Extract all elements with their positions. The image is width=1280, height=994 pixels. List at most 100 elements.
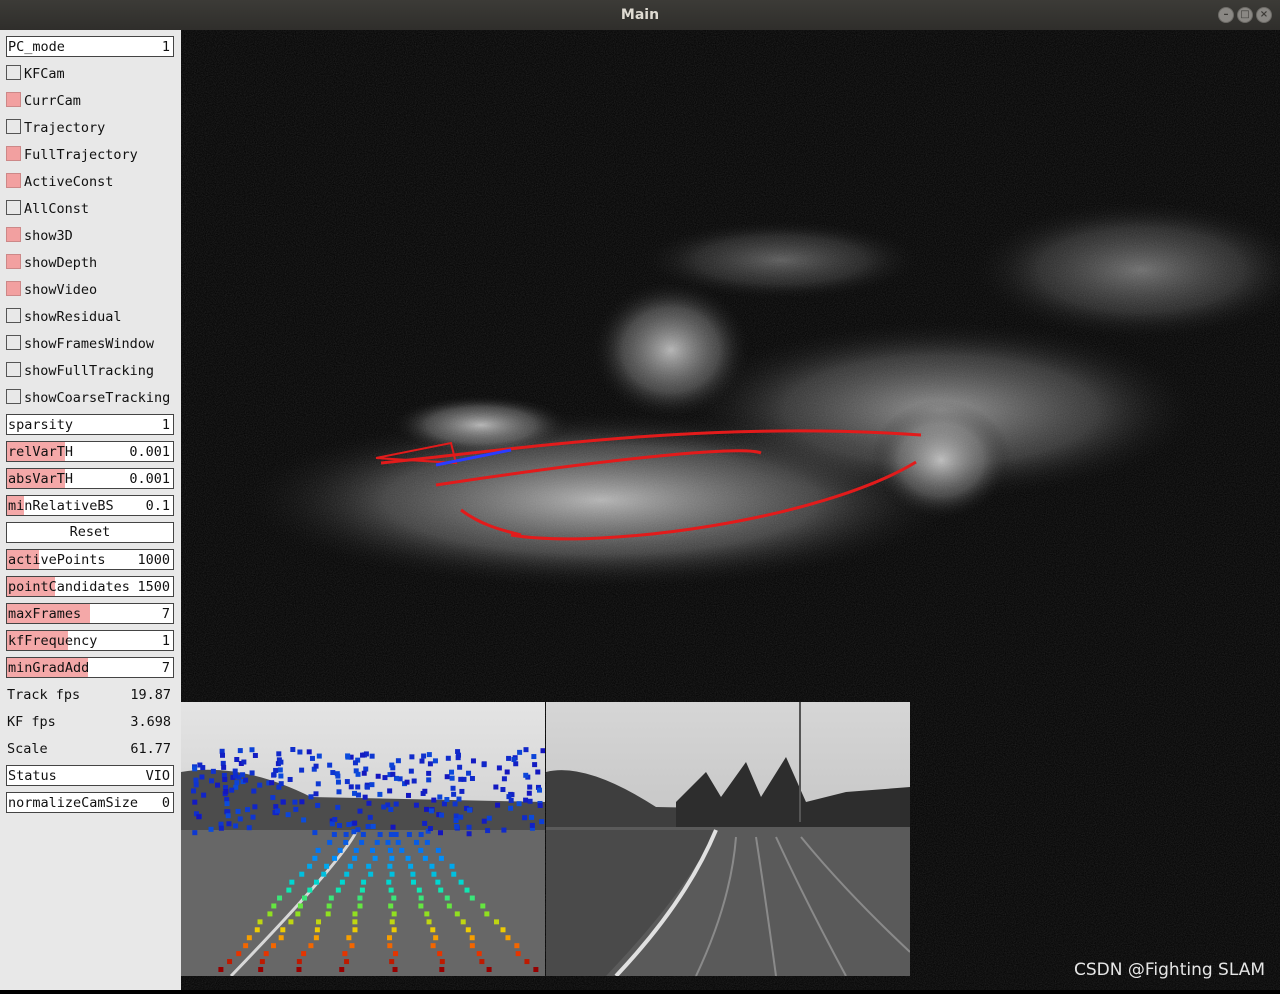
depth-point: [506, 755, 512, 761]
checkbox-show3d[interactable]: show3D: [6, 225, 174, 246]
depth-point: [344, 871, 350, 877]
depth-point: [388, 807, 394, 813]
depth-point: [237, 748, 243, 754]
depth-point: [391, 927, 397, 933]
depth-point: [456, 796, 462, 802]
depth-point: [352, 820, 358, 826]
checkbox-box[interactable]: [6, 281, 21, 296]
depth-point: [393, 951, 399, 957]
activepoints-slider[interactable]: activePoints 1000: [6, 549, 174, 570]
depth-point: [241, 759, 247, 765]
sparsity-field[interactable]: sparsity 1: [6, 414, 174, 435]
maximize-icon[interactable]: □: [1237, 7, 1253, 23]
depth-point: [522, 815, 528, 821]
checkbox-kfcam[interactable]: KFCam: [6, 63, 174, 84]
depth-point: [427, 761, 433, 767]
checkbox-showvideo[interactable]: showVideo: [6, 279, 174, 300]
checkbox-activeconst[interactable]: ActiveConst: [6, 171, 174, 192]
checkbox-showfulltracking[interactable]: showFullTracking: [6, 360, 174, 381]
track-fps-label: Track fps: [7, 687, 81, 703]
depth-point: [413, 802, 419, 808]
kffrequency-label: kfFrequency: [8, 633, 98, 649]
depth-point: [385, 839, 391, 845]
checkbox-allconst[interactable]: AllConst: [6, 198, 174, 219]
checkbox-currcam[interactable]: CurrCam: [6, 90, 174, 111]
depth-point: [292, 799, 298, 805]
depth-point: [306, 749, 312, 755]
depth-point: [352, 927, 358, 933]
window-titlebar[interactable]: Main – □ ×: [0, 0, 1280, 30]
checkbox-box[interactable]: [6, 362, 21, 377]
depth-point: [386, 879, 392, 885]
depth-point: [299, 799, 305, 805]
checkbox-box[interactable]: [6, 119, 21, 134]
kffrequency-slider[interactable]: kfFrequency 1: [6, 630, 174, 651]
checkbox-box[interactable]: [6, 254, 21, 269]
depth-point: [389, 919, 395, 925]
depth-point: [486, 815, 492, 821]
checkbox-box[interactable]: [6, 146, 21, 161]
depth-point: [444, 895, 450, 901]
depth-point: [367, 814, 373, 820]
depth-point: [335, 804, 341, 810]
checkbox-box[interactable]: [6, 173, 21, 188]
relvarth-slider[interactable]: relVarTH 0.001: [6, 441, 174, 462]
pc-mode-field[interactable]: PC_mode 1: [6, 36, 174, 57]
checkbox-box[interactable]: [6, 200, 21, 215]
status-field[interactable]: Status VIO: [6, 765, 174, 786]
depth-point: [504, 769, 510, 775]
depth-point: [466, 770, 472, 776]
depth-point: [418, 847, 424, 853]
depth-point: [313, 791, 319, 797]
depth-point: [368, 871, 374, 877]
checkbox-showresidual[interactable]: showResidual: [6, 306, 174, 327]
checkbox-showframeswindow[interactable]: showFramesWindow: [6, 333, 174, 354]
normalizecamsize-field[interactable]: normalizeCamSize 0: [6, 792, 174, 813]
checkbox-showdepth[interactable]: showDepth: [6, 252, 174, 273]
depth-point: [362, 794, 368, 800]
depth-point: [364, 784, 370, 790]
depth-point: [449, 775, 455, 781]
maxframes-label: maxFrames: [8, 606, 82, 622]
depth-point: [435, 847, 441, 853]
maxframes-slider[interactable]: maxFrames 7: [6, 603, 174, 624]
checkbox-fulltrajectory[interactable]: FullTrajectory: [6, 144, 174, 165]
depth-point: [529, 822, 535, 828]
depth-point: [389, 871, 395, 877]
checkbox-box[interactable]: [6, 335, 21, 350]
mingradadd-slider[interactable]: minGradAdd 7: [6, 657, 174, 678]
checkbox-box[interactable]: [6, 92, 21, 107]
absvarth-slider[interactable]: absVarTH 0.001: [6, 468, 174, 489]
scale-readout: Scale 61.77: [6, 738, 174, 759]
depth-point: [233, 823, 239, 829]
checkbox-box[interactable]: [6, 227, 21, 242]
reset-button[interactable]: Reset: [6, 522, 174, 543]
window-title: Main: [620, 7, 660, 23]
depth-point: [404, 779, 410, 785]
close-icon[interactable]: ×: [1256, 7, 1272, 23]
depth-point: [523, 747, 529, 753]
depth-point: [316, 919, 322, 925]
depth-point: [464, 887, 470, 893]
depth-point: [321, 871, 327, 877]
depth-point: [193, 777, 199, 783]
minrelativebs-slider[interactable]: minRelativeBS 0.1: [6, 495, 174, 516]
checkbox-box[interactable]: [6, 308, 21, 323]
depth-point: [370, 847, 376, 853]
checkbox-box[interactable]: [6, 65, 21, 80]
minimize-icon[interactable]: –: [1218, 7, 1234, 23]
depth-point: [234, 756, 240, 762]
depth-point: [336, 789, 342, 795]
depth-point: [449, 863, 455, 869]
checkbox-box[interactable]: [6, 389, 21, 404]
depth-point: [479, 959, 485, 965]
depth-point: [346, 822, 352, 828]
depth-point: [229, 787, 235, 793]
checkbox-showcoarsetracking[interactable]: showCoarseTracking: [6, 387, 174, 408]
pointcandidates-slider[interactable]: pointCandidates 1500: [6, 576, 174, 597]
depth-point: [500, 927, 506, 933]
depth-point: [469, 943, 475, 949]
depth-point: [438, 887, 444, 893]
depth-point: [308, 943, 314, 949]
checkbox-trajectory[interactable]: Trajectory: [6, 117, 174, 138]
